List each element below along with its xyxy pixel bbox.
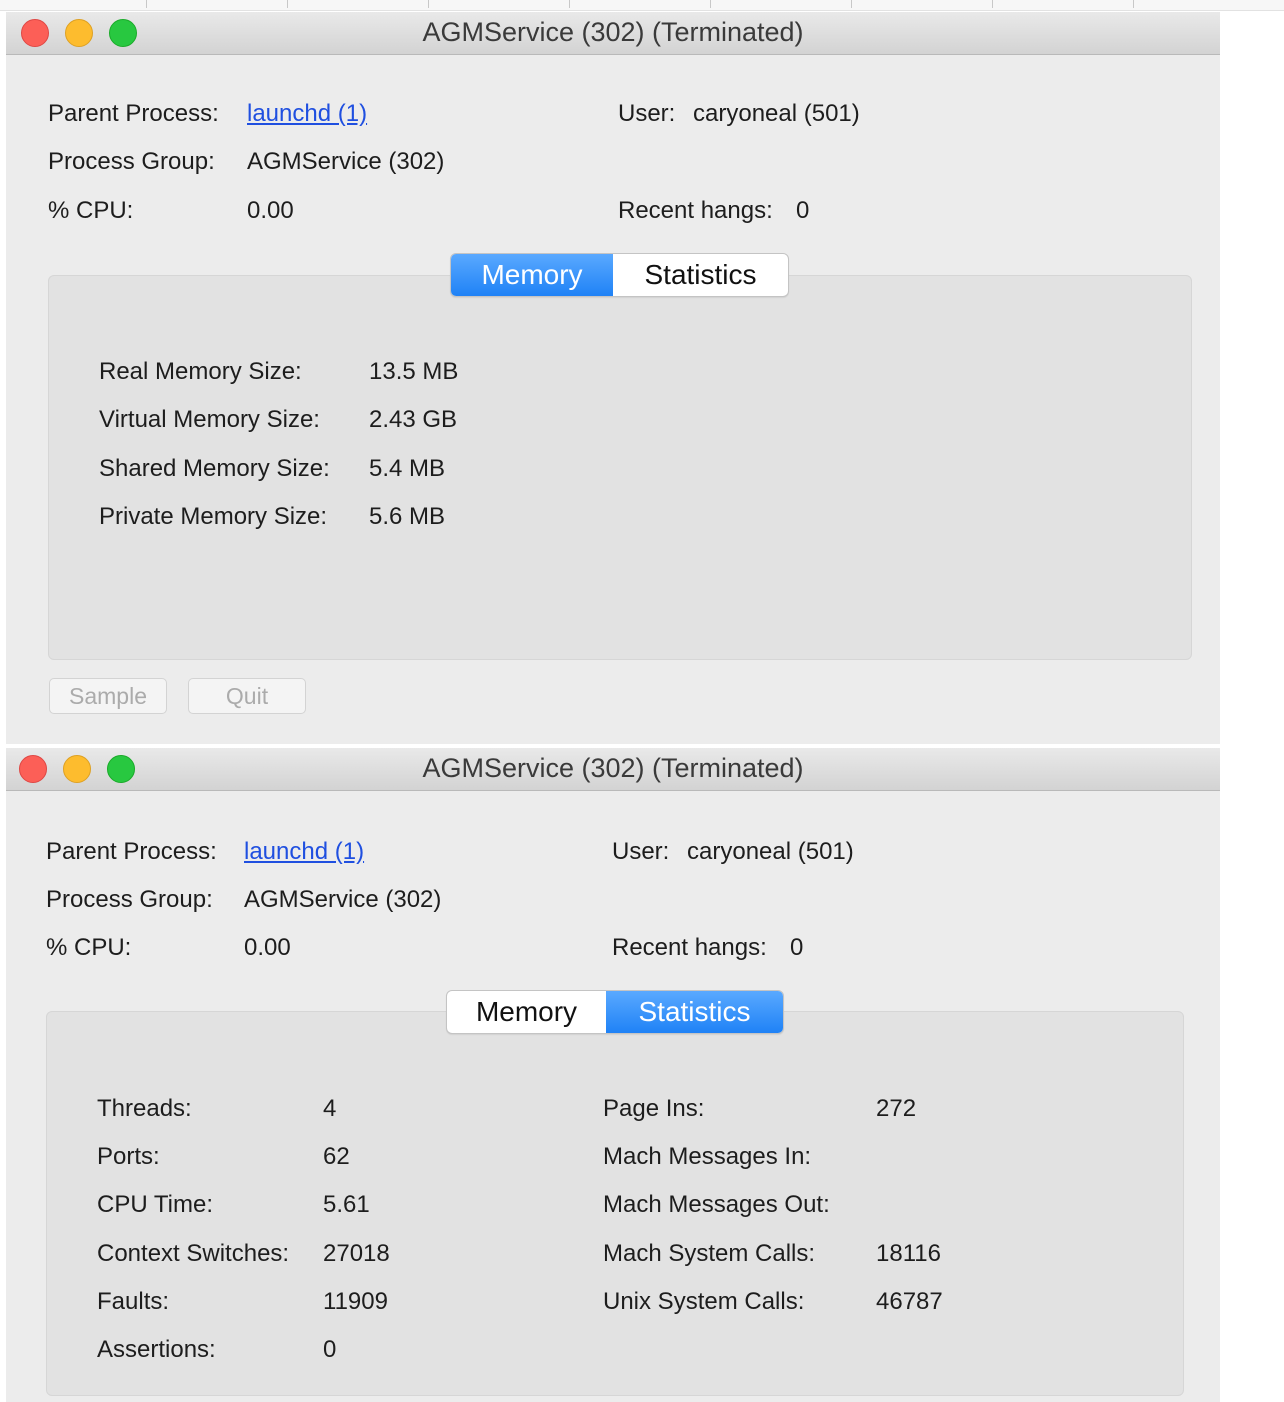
- tab-statistics[interactable]: Statistics: [606, 991, 783, 1033]
- process-info-window-memory: AGMService (302) (Terminated) Parent Pro…: [6, 12, 1220, 744]
- cpu-time-label: CPU Time:: [97, 1191, 214, 1218]
- process-group-label: Process Group:: [48, 148, 215, 175]
- process-group-label: Process Group:: [46, 886, 213, 913]
- tab-statistics[interactable]: Statistics: [613, 254, 788, 296]
- assertions-value: 0: [323, 1336, 337, 1363]
- ports-label: Ports:: [97, 1143, 160, 1170]
- cpu-value: 0.00: [244, 934, 291, 961]
- mach-messages-in-label: Mach Messages In:: [603, 1143, 812, 1170]
- context-switches-value: 27018: [323, 1240, 390, 1267]
- ruler-tick: [992, 0, 993, 8]
- shared-memory-label: Shared Memory Size:: [99, 455, 330, 482]
- ruler-tick: [287, 0, 288, 8]
- user-label: User:: [612, 838, 670, 865]
- virtual-memory-label: Virtual Memory Size:: [99, 406, 320, 433]
- threads-value: 4: [323, 1095, 337, 1122]
- cpu-time-value: 5.61: [323, 1191, 370, 1218]
- private-memory-label: Private Memory Size:: [99, 503, 328, 530]
- context-switches-label: Context Switches:: [97, 1240, 290, 1267]
- window-title: AGMService (302) (Terminated): [422, 753, 804, 783]
- tab-memory[interactable]: Memory: [447, 991, 606, 1033]
- recent-hangs-value: 0: [790, 934, 804, 961]
- page-ins-value: 272: [876, 1095, 917, 1122]
- recent-hangs-value: 0: [796, 197, 810, 224]
- virtual-memory-value: 2.43 GB: [369, 406, 458, 433]
- recent-hangs-label: Recent hangs:: [618, 197, 773, 224]
- ruler-tick: [851, 0, 852, 8]
- cpu-value: 0.00: [247, 197, 294, 224]
- window-title: AGMService (302) (Terminated): [422, 17, 804, 47]
- ruler-tick: [569, 0, 570, 8]
- user-value: caryoneal (501): [687, 838, 854, 865]
- unix-system-calls-value: 46787: [876, 1288, 943, 1315]
- threads-label: Threads:: [97, 1095, 192, 1122]
- ruler-tick: [710, 0, 711, 8]
- ruler-tick: [428, 0, 429, 8]
- private-memory-value: 5.6 MB: [369, 503, 446, 530]
- unix-system-calls-label: Unix System Calls:: [603, 1288, 805, 1315]
- page-ins-label: Page Ins:: [603, 1095, 705, 1122]
- tab-control: Memory Statistics: [450, 253, 789, 297]
- user-label: User:: [618, 100, 676, 127]
- parent-process-link[interactable]: launchd (1): [247, 100, 367, 128]
- memory-panel: Real Memory Size: 13.5 MB Virtual Memory…: [48, 275, 1192, 660]
- cpu-label: % CPU:: [48, 197, 134, 224]
- tab-control: Memory Statistics: [446, 990, 784, 1034]
- process-group-value: AGMService (302): [244, 886, 442, 913]
- real-memory-value: 13.5 MB: [369, 358, 459, 385]
- faults-label: Faults:: [97, 1288, 170, 1315]
- cpu-label: % CPU:: [46, 934, 132, 961]
- process-group-value: AGMService (302): [247, 148, 445, 175]
- real-memory-label: Real Memory Size:: [99, 358, 302, 385]
- ports-value: 62: [323, 1143, 350, 1170]
- quit-button[interactable]: Quit: [188, 678, 306, 714]
- statistics-panel: Threads: 4 Ports: 62 CPU Time: 5.61 Cont…: [46, 1011, 1184, 1396]
- mach-system-calls-label: Mach System Calls:: [603, 1240, 816, 1267]
- sample-button[interactable]: Sample: [49, 678, 167, 714]
- title-bar[interactable]: AGMService (302) (Terminated): [6, 12, 1220, 55]
- ruler-tick: [1133, 0, 1134, 8]
- assertions-label: Assertions:: [97, 1336, 216, 1363]
- top-ruler: [0, 0, 1284, 11]
- parent-process-link[interactable]: launchd (1): [244, 838, 364, 866]
- title-bar[interactable]: AGMService (302) (Terminated): [6, 748, 1220, 791]
- shared-memory-value: 5.4 MB: [369, 455, 446, 482]
- mach-messages-out-label: Mach Messages Out:: [603, 1191, 830, 1218]
- mach-system-calls-value: 18116: [876, 1240, 941, 1267]
- process-info-window-statistics: AGMService (302) (Terminated) Parent Pro…: [6, 748, 1220, 1402]
- ruler-tick: [146, 0, 147, 8]
- user-value: caryoneal (501): [693, 100, 860, 127]
- parent-process-label: Parent Process:: [48, 100, 219, 127]
- tab-memory[interactable]: Memory: [451, 254, 613, 296]
- parent-process-label: Parent Process:: [46, 838, 217, 865]
- recent-hangs-label: Recent hangs:: [612, 934, 767, 961]
- faults-value: 11909: [323, 1288, 388, 1315]
